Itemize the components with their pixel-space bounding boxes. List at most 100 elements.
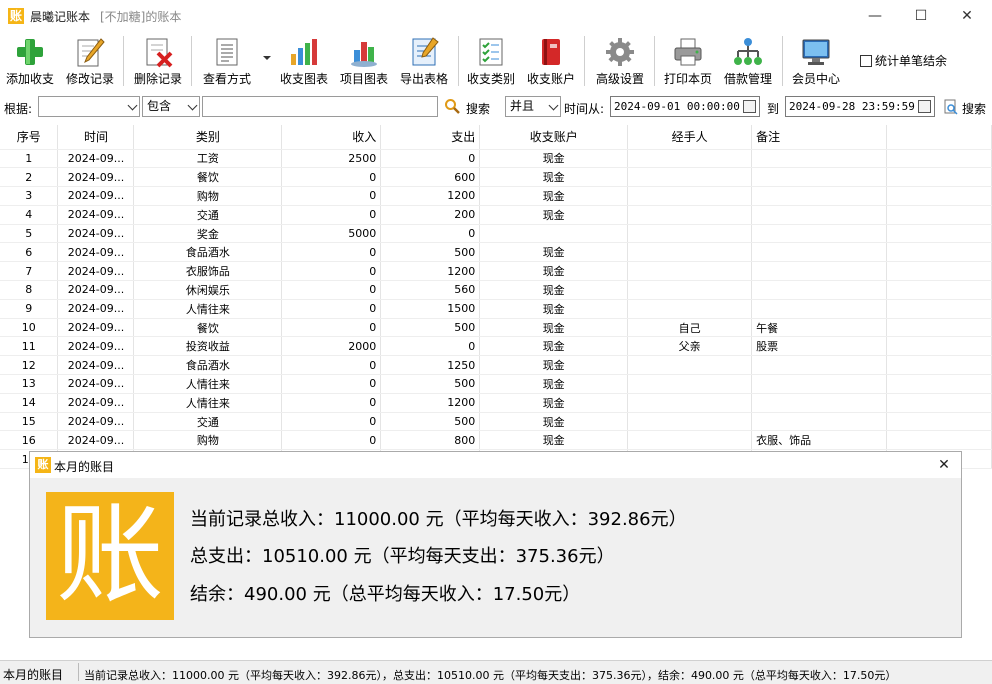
table-cell[interactable] xyxy=(751,261,888,282)
table-cell[interactable]: 5000 xyxy=(281,224,382,244)
table-cell[interactable] xyxy=(627,186,753,206)
add-record-button[interactable]: 添加收支 xyxy=(3,34,57,88)
table-cell[interactable]: 500 xyxy=(380,318,481,338)
table-cell[interactable]: 500 xyxy=(380,412,481,432)
table-cell[interactable]: 2024-09... xyxy=(57,318,135,338)
table-cell[interactable]: 2024-09... xyxy=(57,393,135,413)
member-center-button[interactable]: 会员中心 xyxy=(788,34,844,88)
table-cell[interactable]: 2024-09... xyxy=(57,336,135,357)
table-cell[interactable]: 15 xyxy=(0,412,59,432)
table-cell[interactable]: 6 xyxy=(0,242,59,263)
col-header-index[interactable]: 序号 xyxy=(0,125,59,150)
table-cell[interactable]: 0 xyxy=(281,280,382,300)
income-account-button[interactable]: 收支账户 xyxy=(524,34,578,88)
table-cell[interactable]: 股票 xyxy=(751,336,888,357)
table-cell[interactable] xyxy=(751,374,888,394)
table-cell[interactable]: 560 xyxy=(380,280,481,300)
table-cell[interactable]: 交通 xyxy=(133,205,283,225)
calendar-icon[interactable] xyxy=(918,100,931,113)
delete-record-button[interactable]: 删除记录 xyxy=(130,34,186,88)
col-header-expense[interactable]: 支出 xyxy=(380,125,481,150)
table-row[interactable]: 16 2024-09... 购物 0 800 现金 衣服、饰品 xyxy=(0,430,992,451)
table-cell[interactable]: 11 xyxy=(0,336,59,357)
basis-select[interactable] xyxy=(38,96,140,117)
table-cell[interactable]: 0 xyxy=(281,242,382,263)
table-row[interactable]: 13 2024-09... 人情往来 0 500 现金 xyxy=(0,374,992,394)
table-cell[interactable]: 1200 xyxy=(380,186,481,206)
table-cell[interactable]: 0 xyxy=(281,261,382,282)
search-button[interactable]: 搜索 xyxy=(466,100,490,117)
table-cell[interactable] xyxy=(627,280,753,300)
table-row[interactable]: 14 2024-09... 人情往来 0 1200 现金 xyxy=(0,393,992,413)
table-cell[interactable] xyxy=(627,261,753,282)
table-cell[interactable]: 2024-09... xyxy=(57,205,135,225)
search-icon[interactable] xyxy=(444,98,460,114)
table-cell[interactable]: 0 xyxy=(281,393,382,413)
table-cell[interactable]: 食品酒水 xyxy=(133,242,283,263)
table-cell[interactable] xyxy=(751,186,888,206)
col-header-note[interactable]: 备注 xyxy=(751,125,888,150)
search-doc-icon[interactable] xyxy=(944,99,958,115)
income-chart-button[interactable]: 收支图表 xyxy=(277,34,331,88)
table-cell[interactable] xyxy=(751,280,888,300)
table-cell[interactable]: 奖金 xyxy=(133,224,283,244)
table-cell[interactable]: 1250 xyxy=(380,355,481,376)
table-row[interactable]: 8 2024-09... 休闲娱乐 0 560 现金 xyxy=(0,280,992,300)
print-page-button[interactable]: 打印本页 xyxy=(661,34,715,88)
stat-single-checkbox[interactable]: 统计单笔结余 xyxy=(860,52,947,69)
table-cell[interactable] xyxy=(751,355,888,376)
table-cell[interactable]: 16 xyxy=(0,430,59,451)
table-cell[interactable]: 0 xyxy=(281,205,382,225)
keyword-input[interactable] xyxy=(202,96,438,117)
table-cell[interactable]: 12 xyxy=(0,355,59,376)
table-cell[interactable]: 现金 xyxy=(479,205,629,225)
table-cell[interactable]: 9 xyxy=(0,299,59,319)
table-cell[interactable]: 0 xyxy=(281,167,382,188)
table-cell[interactable] xyxy=(627,224,753,244)
table-cell[interactable]: 2024-09... xyxy=(57,261,135,282)
table-cell[interactable] xyxy=(751,224,888,244)
edit-record-button[interactable]: 修改记录 xyxy=(63,34,117,88)
table-cell[interactable]: 2024-09... xyxy=(57,430,135,451)
table-cell[interactable] xyxy=(627,205,753,225)
advanced-settings-button[interactable]: 高级设置 xyxy=(591,34,649,88)
table-cell[interactable]: 1200 xyxy=(380,261,481,282)
view-mode-dropdown-icon[interactable] xyxy=(263,56,271,60)
table-cell[interactable]: 现金 xyxy=(479,280,629,300)
table-row[interactable]: 3 2024-09... 购物 0 1200 现金 xyxy=(0,186,992,206)
table-cell[interactable] xyxy=(627,355,753,376)
table-cell[interactable]: 2500 xyxy=(281,149,382,169)
table-cell[interactable]: 0 xyxy=(281,355,382,376)
table-cell[interactable] xyxy=(627,242,753,263)
table-cell[interactable]: 现金 xyxy=(479,355,629,376)
table-cell[interactable] xyxy=(627,167,753,188)
table-cell[interactable] xyxy=(627,374,753,394)
table-cell[interactable]: 2024-09... xyxy=(57,149,135,169)
table-cell[interactable]: 休闲娱乐 xyxy=(133,280,283,300)
table-cell[interactable] xyxy=(627,299,753,319)
table-cell[interactable]: 2024-09... xyxy=(57,299,135,319)
table-cell[interactable]: 现金 xyxy=(479,412,629,432)
table-row[interactable]: 15 2024-09... 交通 0 500 现金 xyxy=(0,412,992,432)
table-cell[interactable]: 餐饮 xyxy=(133,318,283,338)
logic-select[interactable]: 并且 xyxy=(505,96,561,117)
table-cell[interactable]: 衣服饰品 xyxy=(133,261,283,282)
table-cell[interactable]: 2000 xyxy=(281,336,382,357)
table-row[interactable]: 1 2024-09... 工资 2500 0 现金 xyxy=(0,149,992,169)
table-cell[interactable]: 购物 xyxy=(133,186,283,206)
table-cell[interactable]: 1500 xyxy=(380,299,481,319)
table-cell[interactable]: 2024-09... xyxy=(57,224,135,244)
table-cell[interactable]: 0 xyxy=(281,374,382,394)
checkbox-box[interactable] xyxy=(860,55,872,67)
table-cell[interactable] xyxy=(627,393,753,413)
dialog-close-icon[interactable]: ✕ xyxy=(933,454,955,476)
table-cell[interactable]: 200 xyxy=(380,205,481,225)
table-cell[interactable]: 现金 xyxy=(479,299,629,319)
table-cell[interactable]: 4 xyxy=(0,205,59,225)
table-cell[interactable]: 午餐 xyxy=(751,318,888,338)
table-row[interactable]: 10 2024-09... 餐饮 0 500 现金 自己 午餐 xyxy=(0,318,992,338)
table-cell[interactable]: 2024-09... xyxy=(57,355,135,376)
table-row[interactable]: 4 2024-09... 交通 0 200 现金 xyxy=(0,205,992,225)
table-row[interactable]: 9 2024-09... 人情往来 0 1500 现金 xyxy=(0,299,992,319)
table-cell[interactable]: 现金 xyxy=(479,430,629,451)
